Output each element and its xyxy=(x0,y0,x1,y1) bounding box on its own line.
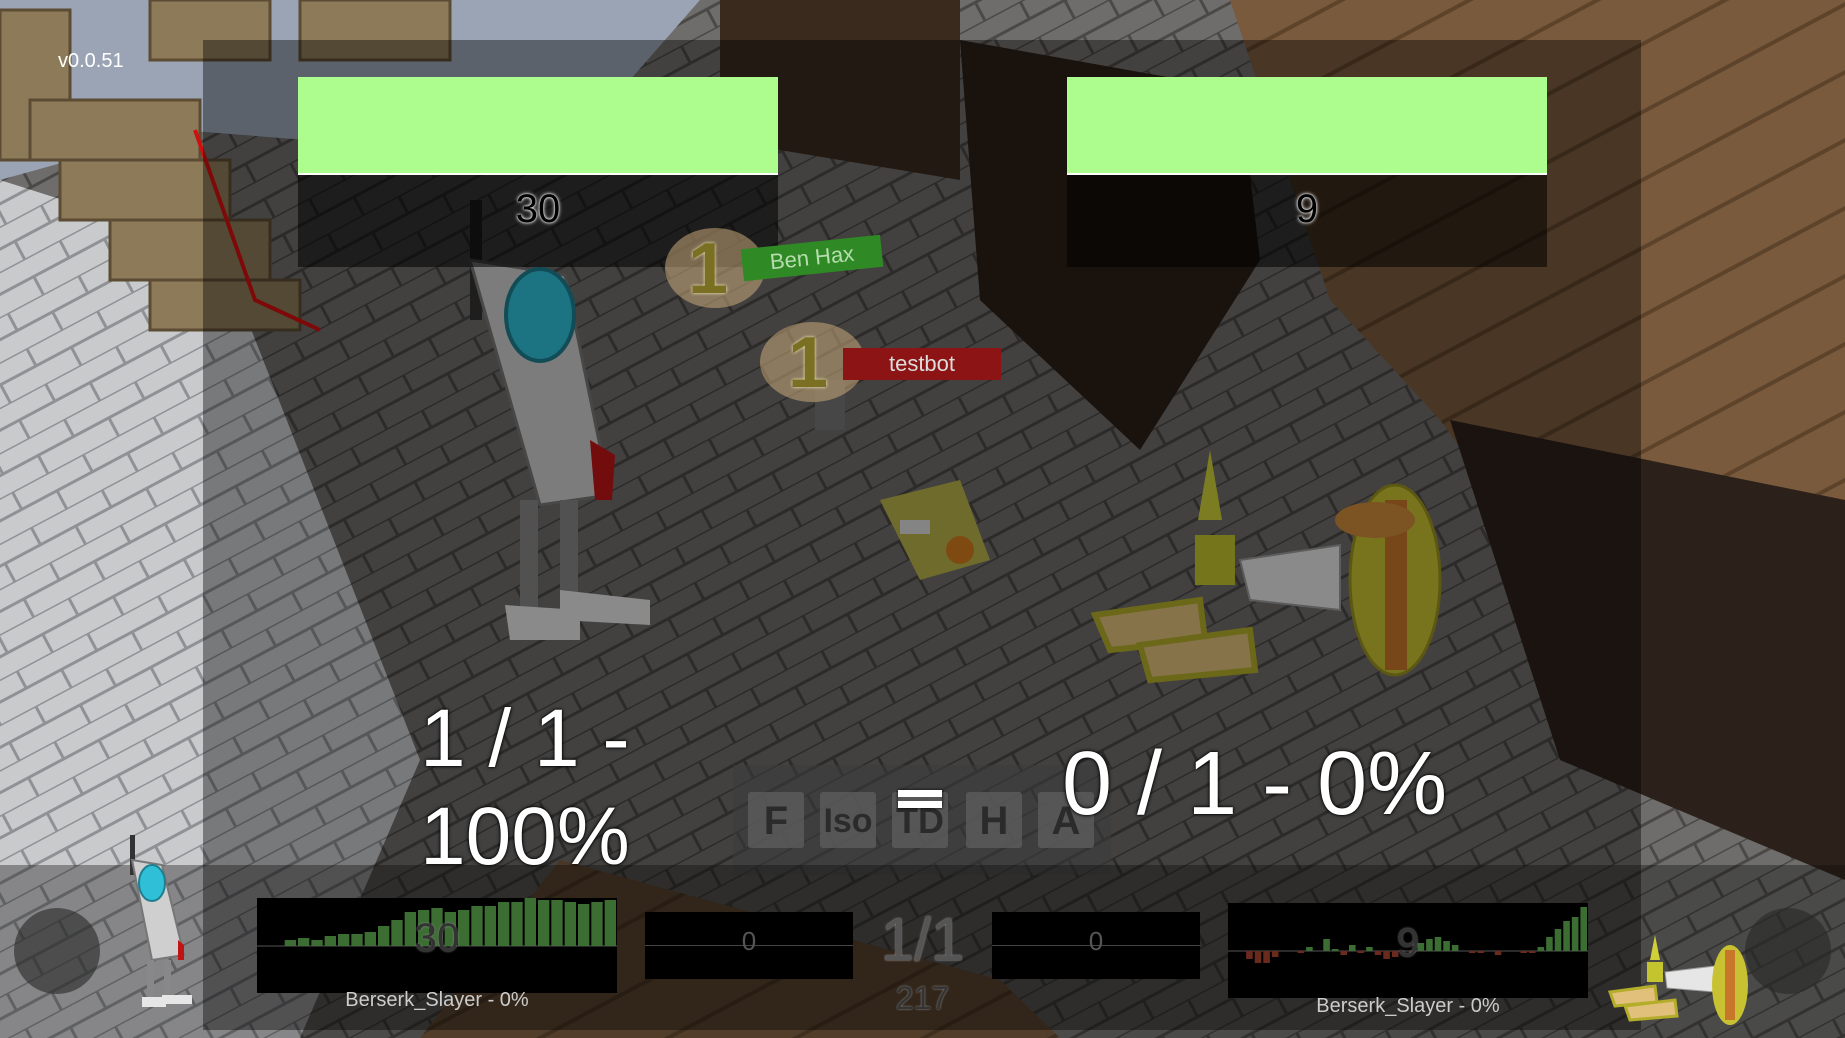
left-player-portrait-icon xyxy=(130,835,192,1007)
right-damage-box: 0 xyxy=(992,912,1200,979)
right-hp-value: 9 xyxy=(1295,187,1319,231)
ally-level: 1 xyxy=(688,229,729,309)
round-counter: 1/1 xyxy=(880,906,965,973)
right-hp-bar-line xyxy=(1067,173,1547,175)
right-damage-value: 0 xyxy=(1088,926,1104,956)
match-timer: 217 xyxy=(895,980,950,1016)
enemy-name: testbot xyxy=(843,348,1001,380)
left-damage-box: 0 xyxy=(645,912,853,979)
camera-h-button[interactable]: H xyxy=(966,792,1022,848)
equal-icon xyxy=(898,790,942,808)
left-damage-value: 0 xyxy=(741,926,757,956)
camera-f-button[interactable]: F xyxy=(748,792,804,848)
right-player-name: Berserk_Slayer - 0% xyxy=(1316,995,1500,1017)
left-hp-bar-line xyxy=(298,173,778,175)
right-hp-panel: 9 xyxy=(1067,77,1547,267)
right-player-portrait-icon xyxy=(1607,935,1748,1025)
left-hp-history-graph: 30 xyxy=(257,898,617,993)
right-hp-history-graph: 9 xyxy=(1228,903,1588,998)
version-label: v0.0.51 xyxy=(58,50,124,72)
left-score-line1: 1 / 1 - xyxy=(420,693,630,784)
left-score: 1 / 1 - 100% xyxy=(420,690,720,886)
enemy-level: 1 xyxy=(788,323,829,403)
right-graph-value: 9 xyxy=(1396,921,1420,965)
left-hp-bar-fill xyxy=(298,77,778,173)
left-joystick[interactable] xyxy=(14,908,100,994)
left-hp-value: 30 xyxy=(515,187,561,231)
right-hp-bar-fill xyxy=(1067,77,1547,173)
left-player-name: Berserk_Slayer - 0% xyxy=(345,989,529,1011)
left-graph-value: 30 xyxy=(414,916,460,960)
right-score: 0 / 1 - 0% xyxy=(1062,734,1448,834)
camera-iso-button[interactable]: Iso xyxy=(820,792,876,848)
